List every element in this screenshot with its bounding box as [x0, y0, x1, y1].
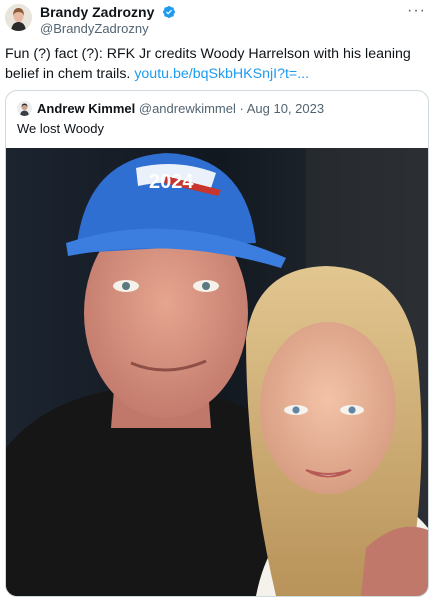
- verified-badge-icon: [162, 6, 175, 18]
- quote-text: We lost Woody: [17, 121, 104, 136]
- quote-photo[interactable]: 2024: [6, 148, 428, 596]
- tweet-text: Fun (?) fact (?): RFK Jr credits Woody H…: [5, 44, 429, 84]
- author-avatar[interactable]: [5, 4, 32, 31]
- quote-author-name[interactable]: Andrew Kimmel: [37, 101, 135, 116]
- more-icon[interactable]: ···: [407, 2, 426, 20]
- tweet-link[interactable]: youtu.be/bqSkbHKSnjI?t=...: [134, 66, 309, 82]
- quote-author-avatar[interactable]: [17, 101, 32, 116]
- quote-author-avatar-image: [17, 101, 32, 116]
- quote-header: Andrew Kimmel @andrewkimmel · Aug 10, 20…: [37, 101, 324, 117]
- tweet: Brandy Zadrozny @BrandyZadrozny ··· Fun …: [0, 0, 435, 597]
- author-info: Brandy Zadrozny @BrandyZadrozny: [40, 4, 176, 37]
- quote-date[interactable]: Aug 10, 2023: [247, 101, 324, 116]
- author-handle[interactable]: @BrandyZadrozny: [40, 21, 176, 37]
- author-name[interactable]: Brandy Zadrozny: [40, 4, 154, 20]
- quote-author-handle[interactable]: @andrewkimmel: [139, 101, 236, 116]
- quoted-tweet[interactable]: Andrew Kimmel @andrewkimmel · Aug 10, 20…: [5, 90, 429, 597]
- cap-text: 2024: [149, 171, 194, 193]
- quote-separator: ·: [235, 101, 247, 116]
- author-avatar-image: [5, 4, 32, 31]
